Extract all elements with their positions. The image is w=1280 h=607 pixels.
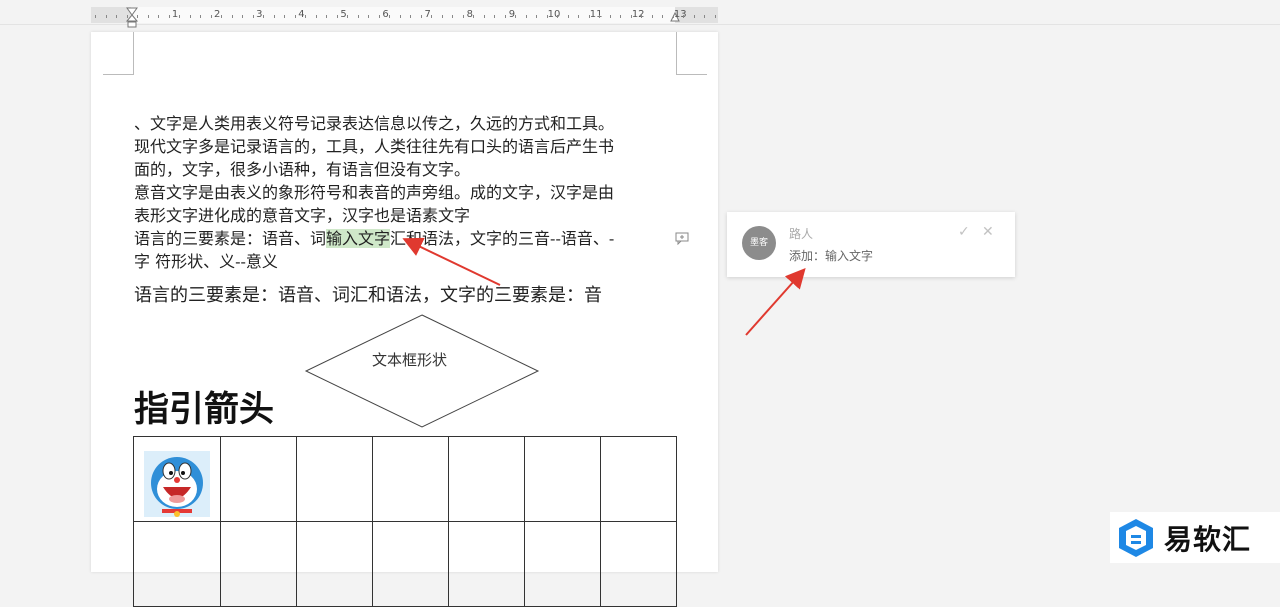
arrow-to-comment (745, 268, 806, 336)
annotation-arrows (402, 237, 806, 336)
arrow-to-text (402, 237, 501, 286)
logo-hexagon-icon (1119, 518, 1153, 557)
watermark-logo: 易软汇 (1110, 512, 1280, 563)
watermark-text: 易软汇 (1164, 522, 1252, 556)
